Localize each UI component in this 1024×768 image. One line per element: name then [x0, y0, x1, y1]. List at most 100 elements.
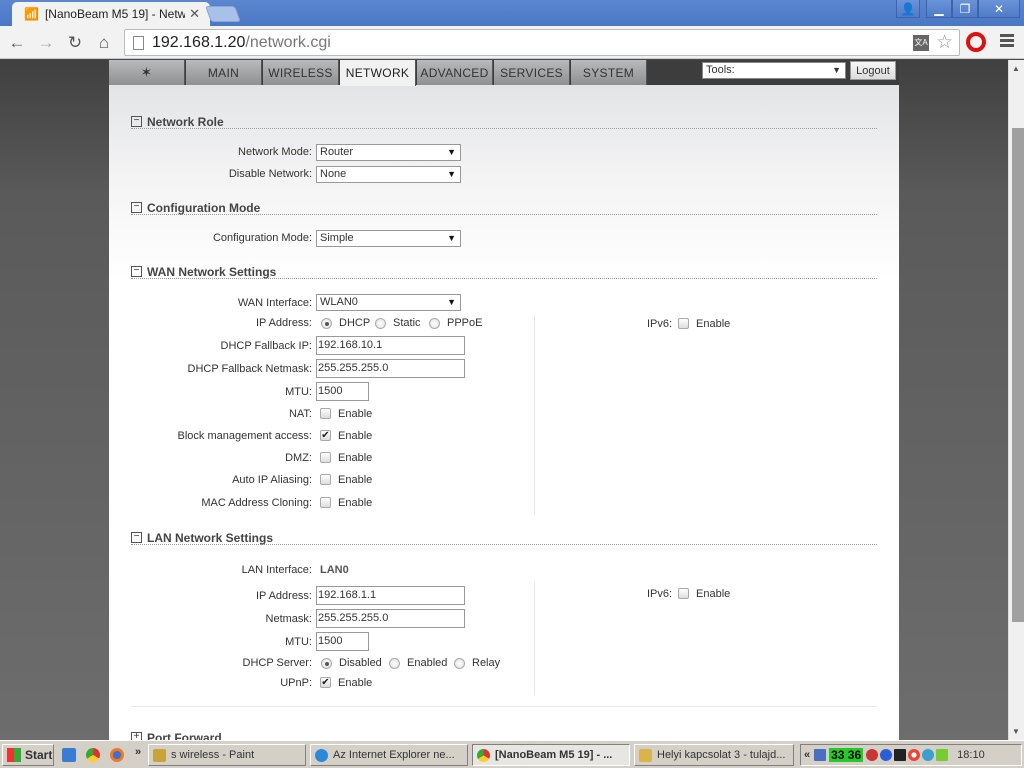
auto-ip-aliasing-checkbox[interactable]	[320, 474, 331, 485]
quicklaunch-overflow[interactable]: »	[135, 746, 141, 758]
radio-dhcp-disabled[interactable]	[321, 658, 332, 669]
network-mode-value: Router	[320, 146, 354, 158]
lan-netmask-input[interactable]: 255.255.255.0	[316, 609, 465, 628]
collapse-icon[interactable]: −	[131, 532, 142, 543]
radio-dhcp[interactable]	[321, 318, 332, 329]
dropdown-arrow-icon: ▼	[447, 147, 456, 157]
translate-icon[interactable]: 文A	[913, 35, 929, 51]
fallback-ip-input[interactable]: 192.168.10.1	[316, 336, 465, 355]
upnp-checkbox[interactable]: ✔	[320, 677, 331, 688]
user-profile-button[interactable]: 👤	[896, 0, 920, 18]
page-scrollbar[interactable]: ▲ ▼	[1008, 60, 1024, 740]
taskbar-button-label: s wireless - Paint	[171, 749, 255, 761]
auto-ip-aliasing-enable-label: Enable	[338, 474, 373, 486]
new-tab-button[interactable]	[205, 6, 241, 22]
forward-button[interactable]: →	[35, 32, 57, 54]
chrome-quicklaunch-icon[interactable]	[86, 748, 100, 762]
configuration-mode-select[interactable]: Simple ▼	[316, 230, 461, 247]
restore-button[interactable]: ❐	[952, 0, 978, 18]
home-button[interactable]: ⌂	[93, 32, 115, 54]
user-icon: 👤	[900, 1, 916, 16]
browser-tab[interactable]: 📶 [NanoBeam M5 19] - Network ✕	[12, 2, 210, 26]
opera-extension-icon[interactable]	[966, 32, 986, 52]
scrollbar-thumb[interactable]	[1012, 128, 1024, 622]
disable-network-select[interactable]: None ▼	[316, 166, 461, 183]
app-tray-icon[interactable]	[922, 749, 935, 761]
block-management-label: Block management access:	[177, 430, 312, 442]
tab-wireless[interactable]: WIRELESS	[263, 60, 339, 85]
lan-mtu-input[interactable]: 1500	[316, 632, 369, 651]
wan-ipv6-checkbox[interactable]	[678, 318, 689, 329]
lan-interface-value: LAN0	[320, 564, 349, 576]
wan-interface-select[interactable]: WLAN0 ▼	[316, 294, 461, 311]
tab-services[interactable]: SERVICES	[494, 60, 570, 85]
wifi-favicon-icon: 📶	[24, 7, 39, 21]
wan-interface-label: WAN Interface:	[237, 297, 312, 309]
firefox-quicklaunch-icon[interactable]	[110, 748, 124, 762]
column-divider	[534, 315, 535, 515]
radio-dhcp-relay-label: Relay	[472, 657, 501, 669]
lan-ipv6-checkbox[interactable]	[678, 588, 689, 599]
section-title: LAN Network Settings	[147, 531, 274, 545]
dropdown-arrow-icon: ▼	[447, 233, 456, 243]
logout-button[interactable]: Logout	[850, 61, 896, 80]
network-mode-select[interactable]: Router ▼	[316, 144, 461, 161]
ie-settings-quicklaunch-icon[interactable]	[62, 748, 76, 762]
section-lan-settings: − LAN Network Settings	[131, 531, 877, 545]
taskbar-button-chrome[interactable]: [NanoBeam M5 19] - ...	[472, 744, 630, 766]
tools-select-value: Tools:	[706, 64, 735, 76]
clock: 18:10	[957, 749, 985, 761]
browser-titlebar: 📶 [NanoBeam M5 19] - Network ✕ 👤 ▁ ❐ ✕	[0, 0, 1024, 26]
block-management-checkbox[interactable]: ✔	[320, 430, 331, 441]
cpu-meter[interactable]: 33 36	[829, 748, 864, 762]
radio-static[interactable]	[375, 318, 386, 329]
fallback-netmask-input[interactable]: 255.255.255.0	[316, 359, 465, 378]
tray-expand-button[interactable]: «	[804, 749, 810, 761]
security-shield-icon[interactable]	[866, 749, 879, 761]
minimize-button[interactable]: ▁	[926, 0, 952, 18]
utility-tray-icon[interactable]	[894, 749, 907, 761]
ubiquiti-logo-icon: ✶	[140, 64, 153, 80]
close-tab-icon[interactable]: ✕	[189, 6, 200, 22]
scroll-up-icon[interactable]: ▲	[1012, 64, 1020, 73]
expand-icon[interactable]: +	[131, 732, 142, 740]
taskbar-button-ie[interactable]: Az Internet Explorer ne...	[310, 744, 468, 766]
start-button[interactable]: Start	[2, 744, 54, 766]
bookmark-star-icon[interactable]: ☆	[936, 31, 953, 54]
collapse-icon[interactable]: −	[131, 266, 142, 277]
browser-toolbar: ← → ↻ ⌂ 192.168.1.20/network.cgi 文A ☆	[0, 26, 1024, 59]
taskbar-button-network-properties[interactable]: Helyi kapcsolat 3 - tulajd...	[634, 744, 794, 766]
tab-network[interactable]: NETWORK	[340, 60, 416, 86]
tab-main[interactable]: MAIN	[186, 60, 262, 85]
collapse-icon[interactable]: −	[131, 116, 142, 127]
chrome-icon	[477, 748, 490, 762]
reload-button[interactable]: ↻	[64, 32, 86, 54]
lan-ip-address-input[interactable]: 192.168.1.1	[316, 586, 465, 605]
ubiquiti-logo-tab[interactable]: ✶	[109, 60, 185, 85]
radio-pppoe[interactable]	[429, 318, 440, 329]
close-window-button[interactable]: ✕	[978, 0, 1020, 18]
chrome-menu-icon[interactable]	[1000, 34, 1014, 48]
dmz-checkbox[interactable]	[320, 452, 331, 463]
address-bar[interactable]: 192.168.1.20/network.cgi 文A ☆	[124, 29, 960, 56]
lan-netmask-label: Netmask:	[265, 613, 312, 625]
tools-select[interactable]: Tools: ▼	[702, 62, 846, 79]
media-tray-icon[interactable]	[908, 749, 921, 761]
taskbar-button-paint[interactable]: s wireless - Paint	[148, 744, 306, 766]
wan-mtu-input[interactable]: 1500	[316, 382, 369, 401]
collapse-icon[interactable]: −	[131, 202, 142, 213]
tab-system[interactable]: SYSTEM	[571, 60, 647, 85]
lan-mtu-label: MTU:	[285, 636, 312, 648]
nat-checkbox[interactable]	[320, 408, 331, 419]
checkmark-icon: ✔	[321, 677, 330, 688]
radio-dhcp-relay[interactable]	[454, 658, 465, 669]
nvidia-icon[interactable]	[936, 749, 949, 761]
bluetooth-icon[interactable]	[880, 749, 893, 761]
back-button[interactable]: ←	[6, 32, 28, 54]
mac-cloning-checkbox[interactable]	[320, 497, 331, 508]
scroll-down-icon[interactable]: ▼	[1012, 727, 1020, 736]
network-connection-icon	[639, 748, 652, 762]
radio-dhcp-enabled[interactable]	[389, 658, 400, 669]
network-tray-icon[interactable]	[814, 749, 827, 761]
tab-advanced[interactable]: ADVANCED	[417, 60, 493, 85]
